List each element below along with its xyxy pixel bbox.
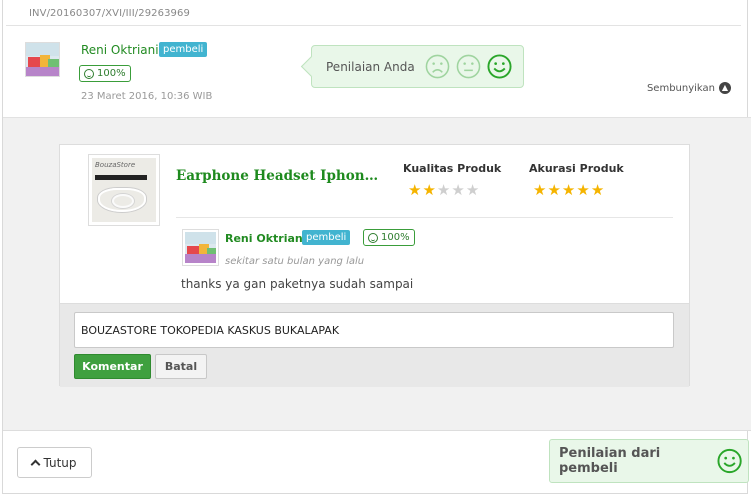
reviewer-avatar[interactable] xyxy=(25,42,60,77)
star-icon: ★ xyxy=(422,181,436,199)
star-icon: ★ xyxy=(576,181,590,199)
reviewer-name[interactable]: Reni Oktriani xyxy=(81,43,159,57)
star-icon: ★ xyxy=(465,181,480,199)
reply-role-badge: pembeli xyxy=(302,230,351,245)
invoice-number: INV/20160307/XVI/III/29263969 xyxy=(29,8,190,19)
chevron-up-icon: ▲ xyxy=(719,82,731,94)
close-label: Tutup xyxy=(43,455,77,470)
comment-input[interactable] xyxy=(74,312,674,348)
reply-reputation-value: 100% xyxy=(381,231,410,243)
star-icon: ★ xyxy=(408,181,422,199)
quality-stars: ★ ★ ★ ★ ★ xyxy=(408,183,479,198)
review-date: 23 Maret 2016, 10:36 WIB xyxy=(81,91,213,102)
buyer-rating-label: Penilaian dari pembeli xyxy=(559,446,661,476)
hide-label: Sembunyikan xyxy=(646,82,715,94)
product-image-text: BouzaStore xyxy=(95,161,136,169)
reply-reputation-badge[interactable]: 100% xyxy=(363,229,415,246)
accuracy-stars: ★ ★ ★ ★ ★ xyxy=(533,183,604,198)
star-icon: ★ xyxy=(436,181,451,199)
buyer-rating-box: Penilaian dari pembeli xyxy=(549,439,749,483)
star-icon: ★ xyxy=(451,181,465,199)
reputation-badge[interactable]: 100% xyxy=(79,65,131,82)
happy-face-icon[interactable] xyxy=(487,54,512,79)
reply-author-name[interactable]: Reni Oktriani xyxy=(225,232,307,245)
product-image[interactable]: BouzaStore xyxy=(88,154,160,226)
submit-comment-button[interactable]: Komentar xyxy=(74,354,151,379)
role-badge: pembeli xyxy=(159,42,208,57)
happy-face-icon xyxy=(717,447,742,475)
your-rating-box: Penilaian Anda xyxy=(311,45,524,88)
product-review-card: BouzaStore Earphone Headset Iphone 5 ,..… xyxy=(59,144,690,387)
star-icon: ★ xyxy=(561,181,576,199)
reply-avatar[interactable] xyxy=(182,229,219,266)
star-icon: ★ xyxy=(547,181,561,199)
star-icon: ★ xyxy=(533,181,547,199)
reputation-value: 100% xyxy=(97,67,126,79)
divider xyxy=(176,217,673,218)
quality-label: Kualitas Produk xyxy=(403,162,502,175)
your-rating-label: Penilaian Anda xyxy=(326,59,415,74)
product-name[interactable]: Earphone Headset Iphone 5 ,... xyxy=(176,168,382,184)
smile-icon xyxy=(368,232,378,243)
star-icon: ★ xyxy=(590,181,605,199)
reply-time: sekitar satu bulan yang lalu xyxy=(225,256,365,267)
divider xyxy=(6,25,741,26)
accuracy-label: Akurasi Produk xyxy=(529,162,624,175)
comment-form: Komentar Batal xyxy=(60,303,689,387)
close-button[interactable]: Tutup xyxy=(17,447,92,478)
neutral-face-icon[interactable] xyxy=(456,54,481,79)
sad-face-icon[interactable] xyxy=(425,54,450,79)
cancel-button[interactable]: Batal xyxy=(155,354,207,379)
hide-link[interactable]: Sembunyikan ▲ xyxy=(647,82,731,94)
chevron-up-icon xyxy=(31,459,41,470)
reply-text: thanks ya gan paketnya sudah sampai xyxy=(181,277,414,291)
smile-icon xyxy=(84,68,94,79)
